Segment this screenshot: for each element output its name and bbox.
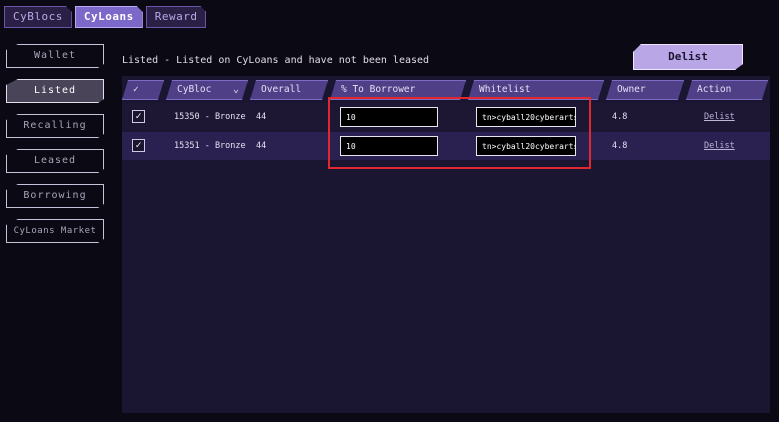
header-action-label: Action <box>697 84 732 95</box>
row-checkbox[interactable]: ✓ <box>132 110 145 123</box>
sidebar-item-recalling[interactable]: Recalling <box>6 114 104 138</box>
sidebar-item-wallet[interactable]: Wallet <box>6 44 104 68</box>
check-icon: ✓ <box>133 84 139 95</box>
page-caption: Listed - Listed on CyLoans and have not … <box>122 55 430 66</box>
sidebar-item-listed[interactable]: Listed <box>6 79 104 103</box>
sidebar-item-leased[interactable]: Leased <box>6 149 104 173</box>
row-delist-link[interactable]: Delist <box>704 103 735 131</box>
header-select-all[interactable]: ✓ <box>122 80 164 100</box>
header-overall-skill: Overall Skill <box>250 80 328 100</box>
sidebar-item-cyloans-market[interactable]: CyLoans Market <box>6 219 104 243</box>
header-cybloc-label: CyBloc <box>177 84 212 95</box>
row-delist-link[interactable]: Delist <box>704 132 735 160</box>
table-row: ✓ 15350 - Bronze 44 4.8 Delist <box>122 103 770 131</box>
sidebar: Wallet Listed Recalling Leased Borrowing… <box>6 44 104 254</box>
owner-reward-cell: 4.8 <box>612 112 628 122</box>
chevron-down-icon: ⌄ <box>232 84 239 95</box>
header-cybloc[interactable]: CyBloc ⌄ <box>166 80 248 100</box>
skill-cell: 44 <box>256 112 267 122</box>
owner-reward-cell: 4.8 <box>612 141 628 151</box>
header-to-borrower: % To Borrower <box>330 80 466 100</box>
header-whitelist-label: Whitelist <box>479 84 531 95</box>
header-borrower-label: % To Borrower <box>341 84 416 95</box>
header-owner-reward: Owner Reward <box>606 80 684 100</box>
whitelist-input[interactable] <box>476 136 576 156</box>
sidebar-item-borrowing[interactable]: Borrowing <box>6 184 104 208</box>
tab-reward[interactable]: Reward <box>146 6 207 28</box>
cybloc-cell: 15351 - Bronze <box>174 141 246 151</box>
skill-cell: 44 <box>256 141 267 151</box>
borrower-percent-input[interactable] <box>340 107 438 127</box>
delist-button[interactable]: Delist <box>633 44 743 70</box>
header-whitelist: Whitelist <box>468 80 604 100</box>
top-tabs: CyBlocs CyLoans Reward <box>4 6 206 28</box>
header-action: Action <box>686 80 768 100</box>
cybloc-cell: 15350 - Bronze <box>174 112 246 122</box>
borrower-percent-input[interactable] <box>340 136 438 156</box>
tab-cyblocs[interactable]: CyBlocs <box>4 6 72 28</box>
row-checkbox[interactable]: ✓ <box>132 139 145 152</box>
whitelist-input[interactable] <box>476 107 576 127</box>
table-row: ✓ 15351 - Bronze 44 4.8 Delist <box>122 132 770 160</box>
tab-cyloans[interactable]: CyLoans <box>75 6 143 28</box>
